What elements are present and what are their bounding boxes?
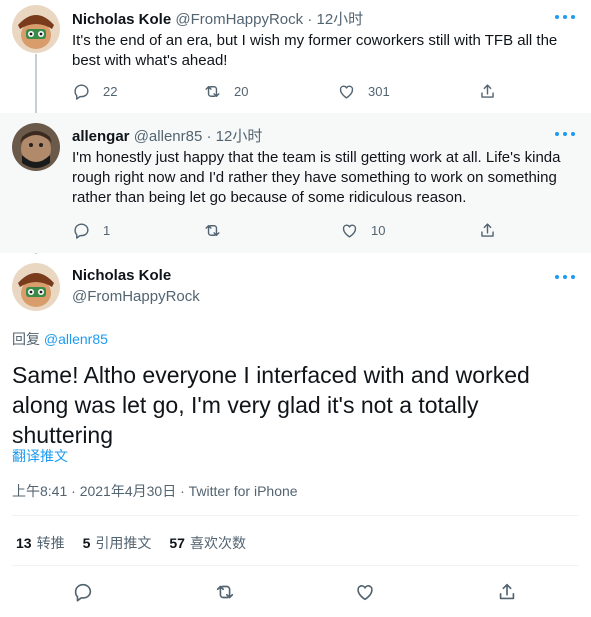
separator-dot: · [307, 11, 313, 28]
tweet-text: It's the end of an era, but I wish my fo… [72, 32, 558, 69]
heart-icon [339, 85, 354, 99]
author-name[interactable]: Nicholas Kole [72, 267, 171, 284]
retweet-button[interactable] [214, 581, 236, 603]
reply-icon [74, 222, 89, 239]
share-icon [499, 583, 515, 600]
share-button[interactable] [478, 80, 497, 102]
like-button[interactable]: 301 [337, 80, 390, 102]
retweet-icon [205, 85, 220, 97]
tweet-text: Same! Altho everyone I interfaced with a… [12, 362, 530, 448]
retweets-count: 13 [16, 535, 32, 551]
author-handle[interactable]: @FromHappyRock [72, 288, 200, 305]
quotes-label: 引用推文 [95, 535, 152, 551]
avatar-nicholas[interactable] [12, 263, 60, 311]
likes-count: 57 [169, 535, 185, 551]
avatar-nicholas[interactable] [12, 5, 60, 53]
share-button[interactable] [496, 581, 518, 603]
share-icon [481, 222, 494, 237]
retweet-icon [216, 585, 234, 599]
author-name[interactable]: allengar [72, 128, 130, 145]
like-button[interactable] [354, 581, 376, 603]
reply-button[interactable] [72, 581, 94, 603]
tweet-time[interactable]: 12小时 [316, 11, 363, 28]
tweet-stats: 13 转推 5 引用推文 57 喜欢次数 [16, 533, 246, 553]
more-options-icon[interactable] [555, 270, 575, 284]
reply-prefix: 回复 [12, 331, 40, 347]
focused-tweet: Nicholas Kole @FromHappyRock 回复 @allenr8… [0, 253, 591, 617]
more-options-icon[interactable] [555, 10, 575, 24]
avatar-allengar[interactable] [12, 123, 60, 171]
tweet-timestamp[interactable]: 上午8:41 · 2021年4月30日 · Twitter for iPhone [12, 481, 298, 501]
likes-stat[interactable]: 57 喜欢次数 [169, 533, 246, 553]
like-count: 301 [368, 83, 390, 99]
reply-count: 22 [103, 83, 118, 99]
author-name[interactable]: Nicholas Kole [72, 11, 171, 28]
likes-label: 喜欢次数 [189, 535, 246, 551]
retweet-button[interactable]: 20 [203, 80, 248, 102]
author-handle[interactable]: @allenr85 [134, 128, 203, 145]
quotes-stat[interactable]: 5 引用推文 [83, 533, 152, 553]
heart-icon [357, 585, 373, 601]
reply-button[interactable]: 22 [72, 80, 117, 102]
reply-handle-link[interactable]: @allenr85 [44, 331, 108, 347]
reply-icon [74, 583, 92, 602]
like-button[interactable]: 10 [340, 219, 385, 241]
replying-to: 回复 @allenr85 [12, 329, 108, 349]
quotes-count: 5 [82, 535, 91, 551]
divider [12, 565, 579, 566]
tweet-1[interactable]: Nicholas Kole @FromHappyRock · 12小时 It's… [0, 0, 591, 254]
divider [12, 515, 579, 516]
author-handle[interactable]: @FromHappyRock [175, 11, 303, 28]
share-icon [481, 83, 494, 98]
share-button[interactable] [478, 219, 497, 241]
retweets-stat[interactable]: 13 转推 [16, 533, 65, 553]
retweet-button[interactable] [203, 219, 234, 241]
tweet-2[interactable]: allengar @allenr85 · 12小时 I'm honestly j… [0, 113, 591, 253]
retweet-icon [205, 224, 220, 236]
reply-count: 1 [103, 222, 111, 238]
heart-icon [342, 224, 357, 238]
retweets-label: 转推 [36, 535, 65, 551]
tweet-time[interactable]: 12小时 [216, 128, 263, 145]
separator-dot: · [206, 128, 212, 145]
like-count: 10 [371, 222, 386, 238]
tweet-text: I'm honestly just happy that the team is… [72, 149, 561, 206]
more-options-icon[interactable] [555, 127, 575, 141]
retweet-count: 20 [234, 83, 249, 99]
reply-button[interactable]: 1 [72, 219, 110, 241]
reply-icon [74, 83, 89, 100]
translate-tweet-link[interactable]: 翻译推文 [12, 446, 68, 466]
